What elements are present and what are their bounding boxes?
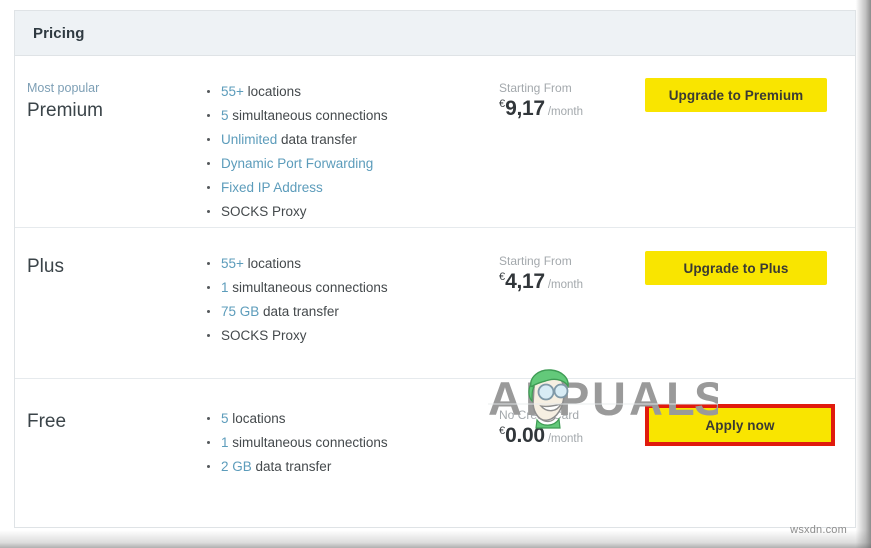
- price-caption: Starting From: [499, 81, 572, 95]
- plan-row-free: Free 5 locations 1 simultaneous connection…: [15, 379, 855, 527]
- page-shadow-bottom: [0, 530, 871, 548]
- feature-item: 2 GB data transfer: [207, 455, 495, 479]
- feature-text: simultaneous connections: [228, 435, 388, 450]
- plan-action-column: Upgrade to Premium: [645, 56, 855, 112]
- page-shell: Pricing Most popular Premium 55+ locations…: [0, 0, 871, 548]
- price-period: /month: [547, 279, 583, 291]
- feature-item: Fixed IP Address: [207, 176, 495, 200]
- feature-item: Unlimited data transfer: [207, 128, 495, 152]
- feature-text: SOCKS Proxy: [221, 204, 307, 219]
- plan-features-column: 55+ locations 1 simultaneous connections 7…: [185, 228, 495, 348]
- source-watermark: wsxdn.com: [790, 524, 847, 536]
- feature-highlight: Dynamic Port Forwarding: [221, 156, 374, 171]
- feature-highlight: 5: [221, 108, 229, 123]
- feature-text: data transfer: [259, 304, 339, 319]
- plan-row-premium: Most popular Premium 55+ locations 5 simult…: [15, 56, 855, 228]
- plan-cta-button-premium[interactable]: Upgrade to Premium: [645, 78, 827, 112]
- feature-list: 5 locations 1 simultaneous connections 2 G…: [185, 407, 495, 479]
- feature-item: 55+ locations: [207, 252, 495, 276]
- plan-price-column: No Credit Card €0.00/month: [495, 379, 645, 448]
- feature-highlight: 75 GB: [221, 304, 260, 319]
- feature-item: 55+ locations: [207, 80, 495, 104]
- feature-text: simultaneous connections: [228, 108, 388, 123]
- feature-text: data transfer: [277, 132, 357, 147]
- plan-list: Most popular Premium 55+ locations 5 simult…: [15, 56, 855, 527]
- price-period: /month: [547, 433, 583, 445]
- feature-highlight: 55+: [221, 84, 244, 99]
- feature-highlight: 5: [221, 411, 229, 426]
- pricing-card: Pricing Most popular Premium 55+ locations…: [14, 10, 856, 528]
- feature-highlight: Fixed IP Address: [221, 180, 323, 195]
- plan-name-column: Plus: [15, 228, 185, 279]
- feature-item: SOCKS Proxy: [207, 200, 495, 224]
- feature-text: simultaneous connections: [228, 280, 388, 295]
- feature-text: locations: [228, 411, 286, 426]
- most-popular-badge: Most popular: [27, 81, 100, 95]
- feature-item: 75 GB data transfer: [207, 300, 495, 324]
- feature-highlight: Unlimited: [221, 132, 278, 147]
- feature-item: 1 simultaneous connections: [207, 431, 495, 455]
- feature-highlight: 55+: [221, 256, 244, 271]
- feature-highlight: 1: [221, 435, 229, 450]
- plan-price-column: Starting From €4,17/month: [495, 228, 645, 294]
- plan-action-column: Upgrade to Plus: [645, 228, 855, 285]
- card-header: Pricing: [15, 11, 855, 56]
- price-line: €0.00/month: [499, 424, 645, 448]
- plan-title: Free: [27, 411, 67, 432]
- feature-list: 55+ locations 1 simultaneous connections 7…: [185, 252, 495, 348]
- price-period: /month: [547, 106, 583, 118]
- plan-cta-button-plus[interactable]: Upgrade to Plus: [645, 251, 827, 285]
- cta-highlight-box: Apply now: [645, 404, 835, 446]
- feature-item: 5 locations: [207, 407, 495, 431]
- feature-text: SOCKS Proxy: [221, 328, 307, 343]
- feature-highlight: 2 GB: [221, 459, 252, 474]
- price-caption: Starting From: [499, 254, 572, 268]
- feature-item: 5 simultaneous connections: [207, 104, 495, 128]
- price-amount: 0.00: [505, 424, 545, 447]
- price-caption: No Credit Card: [499, 408, 580, 422]
- plan-title: Premium: [27, 100, 104, 121]
- plan-title: Plus: [27, 256, 64, 277]
- plan-row-plus: Plus 55+ locations 1 simultaneous connecti…: [15, 228, 855, 379]
- feature-text: locations: [243, 84, 301, 99]
- plan-name-column: Most popular Premium: [15, 56, 185, 123]
- price-amount: 4,17: [505, 270, 545, 293]
- feature-highlight: 1: [221, 280, 229, 295]
- feature-list: 55+ locations 5 simultaneous connections U…: [185, 80, 495, 224]
- price-line: €9,17/month: [499, 97, 645, 121]
- plan-cta-button-free[interactable]: Apply now: [650, 409, 830, 441]
- plan-name-column: Free: [15, 379, 185, 434]
- feature-item: Dynamic Port Forwarding: [207, 152, 495, 176]
- plan-price-column: Starting From €9,17/month: [495, 56, 645, 121]
- plan-action-column: Apply now: [645, 379, 855, 446]
- plan-features-column: 5 locations 1 simultaneous connections 2 G…: [185, 379, 495, 479]
- price-amount: 9,17: [505, 97, 545, 120]
- price-line: €4,17/month: [499, 270, 645, 294]
- feature-text: locations: [243, 256, 301, 271]
- feature-item: SOCKS Proxy: [207, 324, 495, 348]
- feature-text: data transfer: [251, 459, 332, 474]
- page-title: Pricing: [33, 24, 85, 42]
- feature-item: 1 simultaneous connections: [207, 276, 495, 300]
- plan-features-column: 55+ locations 5 simultaneous connections U…: [185, 56, 495, 224]
